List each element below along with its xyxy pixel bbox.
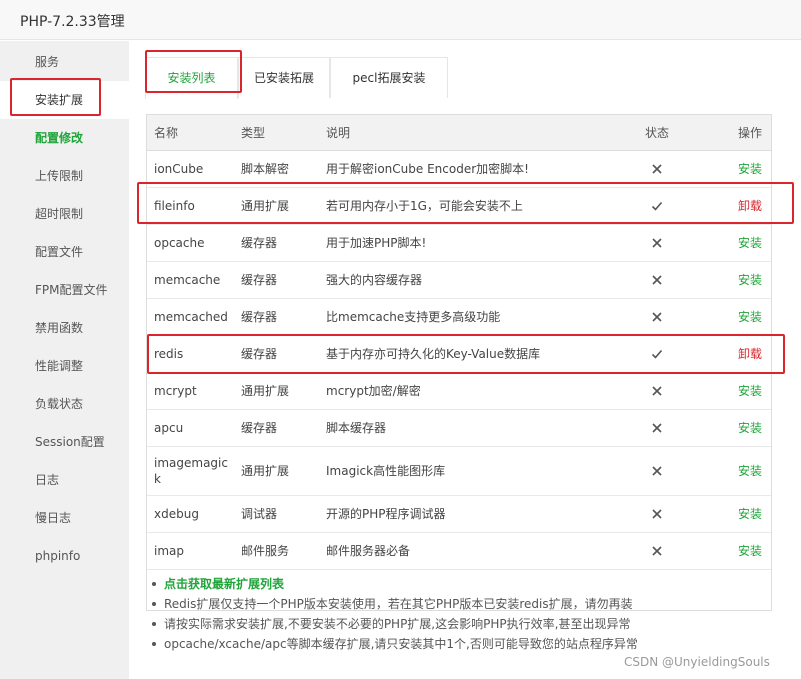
table-header: 名称 类型 说明 状态 操作 xyxy=(147,115,771,151)
notes-list: 点击获取最新扩展列表 Redis扩展仅支持一个PHP版本安装使用，若在其它PHP… xyxy=(150,574,790,654)
extension-type: 调试器 xyxy=(241,507,278,521)
note-item: opcache/xcache/apc等脚本缓存扩展,请只安装其中1个,否则可能导… xyxy=(150,634,790,654)
sidebar-item-disabled-functions[interactable]: 禁用函数 xyxy=(0,309,129,347)
extension-name: apcu xyxy=(154,421,184,435)
tab-installed-extensions[interactable]: 已安装拓展 xyxy=(238,57,330,98)
table-row: imagemagick 通用扩展 Imagick高性能图形库 安装 xyxy=(147,447,771,496)
uninstall-link[interactable]: 卸载 xyxy=(727,188,771,224)
extension-name: xdebug xyxy=(154,507,199,521)
extension-description: 用于加速PHP脚本! xyxy=(326,236,427,250)
sidebar-item-service[interactable]: 服务 xyxy=(0,43,129,81)
sidebar: 服务 安装扩展 配置修改 上传限制 超时限制 配置文件 FPM配置文件 禁用函数… xyxy=(0,41,129,679)
table-row: xdebug 调试器 开源的PHP程序调试器 安装 xyxy=(147,496,771,533)
install-link[interactable]: 安装 xyxy=(727,533,771,569)
install-link[interactable]: 安装 xyxy=(727,225,771,261)
install-link[interactable]: 安装 xyxy=(727,262,771,298)
refresh-extension-list-link[interactable]: 点击获取最新扩展列表 xyxy=(150,574,790,594)
sidebar-item-fpm-config[interactable]: FPM配置文件 xyxy=(0,271,129,309)
header-desc: 说明 xyxy=(326,125,351,140)
install-link[interactable]: 安装 xyxy=(727,151,771,187)
sidebar-item-session-config[interactable]: Session配置 xyxy=(0,423,129,461)
watermark: CSDN @UnyieldingSouls xyxy=(624,655,770,669)
header-type: 类型 xyxy=(241,125,266,140)
extension-name: opcache xyxy=(154,236,205,250)
table-row: imap 邮件服务 邮件服务器必备 安装 xyxy=(147,533,771,570)
extension-name: ionCube xyxy=(154,162,204,176)
sidebar-item-config-file[interactable]: 配置文件 xyxy=(0,233,129,271)
extension-type: 邮件服务 xyxy=(241,544,290,558)
extension-description: mcrypt加密/解密 xyxy=(326,384,421,398)
table-row: memcache 缓存器 强大的内容缓存器 安装 xyxy=(147,262,771,299)
close-icon xyxy=(647,447,667,495)
extension-description: 比memcache支持更多高级功能 xyxy=(326,310,501,324)
note-item: Redis扩展仅支持一个PHP版本安装使用，若在其它PHP版本已安装redis扩… xyxy=(150,594,790,614)
close-icon xyxy=(647,225,667,261)
extension-type: 通用扩展 xyxy=(241,199,290,213)
extension-table: 名称 类型 说明 状态 操作 ionCube 脚本解密 用于解密ionCube En… xyxy=(146,114,772,611)
extension-name: memcache xyxy=(154,273,221,287)
table-row: opcache 缓存器 用于加速PHP脚本! 安装 xyxy=(147,225,771,262)
install-link[interactable]: 安装 xyxy=(727,447,771,495)
close-icon xyxy=(647,299,667,335)
extension-type: 缓存器 xyxy=(241,310,278,324)
check-icon xyxy=(647,336,667,372)
close-icon xyxy=(647,496,667,532)
table-row: fileinfo 通用扩展 若可用内存小于1G，可能会安装不上 卸载 xyxy=(147,188,771,225)
extension-description: 用于解密ionCube Encoder加密脚本! xyxy=(326,162,529,176)
extension-name: imagemagick xyxy=(154,456,228,486)
table-row: memcached 缓存器 比memcache支持更多高级功能 安装 xyxy=(147,299,771,336)
close-icon xyxy=(647,533,667,569)
extension-description: 若可用内存小于1G，可能会安装不上 xyxy=(326,199,523,213)
close-icon xyxy=(647,410,667,446)
window-title: PHP-7.2.33管理 xyxy=(20,14,125,30)
sidebar-item-slow-log[interactable]: 慢日志 xyxy=(0,499,129,537)
sidebar-item-log[interactable]: 日志 xyxy=(0,461,129,499)
tab-pecl-install[interactable]: pecl拓展安装 xyxy=(330,57,448,98)
sidebar-item-install-extension[interactable]: 安装扩展 xyxy=(0,81,129,119)
sidebar-item-upload-limit[interactable]: 上传限制 xyxy=(0,157,129,195)
extension-name: memcached xyxy=(154,310,228,324)
extension-name: fileinfo xyxy=(154,199,195,213)
extension-type: 缓存器 xyxy=(241,347,278,361)
extension-name: imap xyxy=(154,544,184,558)
extension-type: 缓存器 xyxy=(241,421,278,435)
close-icon xyxy=(647,151,667,187)
note-item: 请按实际需求安装扩展,不要安装不必要的PHP扩展,这会影响PHP执行效率,甚至出… xyxy=(150,614,790,634)
header-op: 操作 xyxy=(737,125,762,140)
install-link[interactable]: 安装 xyxy=(727,496,771,532)
check-icon xyxy=(647,188,667,224)
install-link[interactable]: 安装 xyxy=(727,410,771,446)
header-state: 状态 xyxy=(644,125,669,140)
extension-description: 开源的PHP程序调试器 xyxy=(326,507,446,521)
sidebar-item-config-edit[interactable]: 配置修改 xyxy=(0,119,129,157)
extension-description: 邮件服务器必备 xyxy=(326,544,411,558)
table-row: ionCube 脚本解密 用于解密ionCube Encoder加密脚本! 安装 xyxy=(147,151,771,188)
extension-description: Imagick高性能图形库 xyxy=(326,464,446,478)
sidebar-item-load-status[interactable]: 负载状态 xyxy=(0,385,129,423)
extension-type: 缓存器 xyxy=(241,236,278,250)
sidebar-item-phpinfo[interactable]: phpinfo xyxy=(0,537,129,575)
table-row: mcrypt 通用扩展 mcrypt加密/解密 安装 xyxy=(147,373,771,410)
extension-description: 基于内存亦可持久化的Key-Value数据库 xyxy=(326,347,541,361)
extension-type: 通用扩展 xyxy=(241,464,290,478)
extension-description: 脚本缓存器 xyxy=(326,421,387,435)
install-link[interactable]: 安装 xyxy=(727,373,771,409)
extension-type: 缓存器 xyxy=(241,273,278,287)
table-row: apcu 缓存器 脚本缓存器 安装 xyxy=(147,410,771,447)
table-row: redis 缓存器 基于内存亦可持久化的Key-Value数据库 卸载 xyxy=(147,336,771,373)
extension-type: 脚本解密 xyxy=(241,162,290,176)
header-name: 名称 xyxy=(154,125,179,140)
sidebar-item-performance[interactable]: 性能调整 xyxy=(0,347,129,385)
sidebar-item-timeout-limit[interactable]: 超时限制 xyxy=(0,195,129,233)
window-titlebar: PHP-7.2.33管理 xyxy=(0,0,801,40)
extension-name: redis xyxy=(154,347,184,361)
close-icon xyxy=(647,262,667,298)
close-icon xyxy=(647,373,667,409)
extension-type: 通用扩展 xyxy=(241,384,290,398)
install-link[interactable]: 安装 xyxy=(727,299,771,335)
extension-description: 强大的内容缓存器 xyxy=(326,273,423,287)
tab-install-list[interactable]: 安装列表 xyxy=(145,57,238,99)
uninstall-link[interactable]: 卸载 xyxy=(727,336,771,372)
extension-name: mcrypt xyxy=(154,384,197,398)
